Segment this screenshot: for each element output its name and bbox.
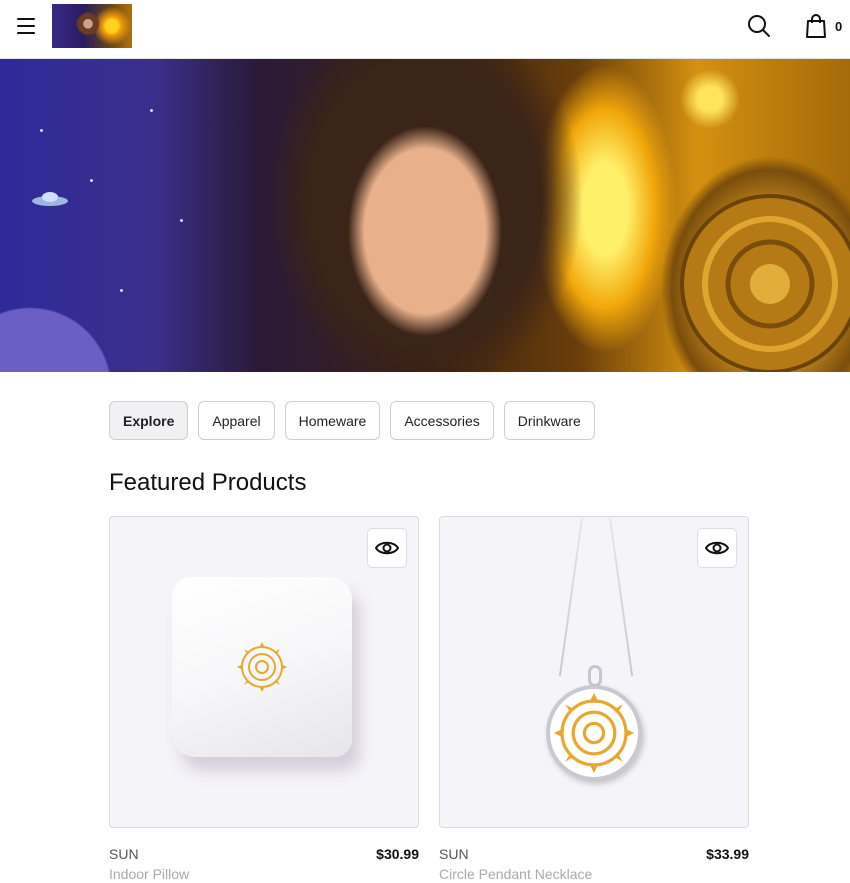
hamburger-menu-icon[interactable] (12, 12, 40, 40)
product-brand: SUN (439, 846, 469, 862)
necklace-chain (558, 517, 584, 677)
product-price: $30.99 (376, 846, 419, 862)
eye-icon (705, 541, 729, 555)
category-tabs: Explore Apparel Homeware Accessories Dri… (109, 401, 595, 440)
search-icon[interactable] (746, 13, 772, 39)
product-name[interactable]: Circle Pendant Necklace (439, 866, 592, 882)
eye-icon (375, 541, 399, 555)
tab-accessories[interactable]: Accessories (390, 401, 494, 440)
product-card[interactable]: SUN $30.99 Indoor Pillow (109, 516, 419, 882)
tab-apparel[interactable]: Apparel (198, 401, 275, 440)
tab-explore[interactable]: Explore (109, 401, 189, 440)
quick-view-button[interactable] (367, 528, 407, 568)
product-image-necklace[interactable] (439, 516, 749, 828)
tab-homeware[interactable]: Homeware (284, 401, 381, 440)
aztec-calendar-icon (680, 194, 850, 372)
sun-print-icon (554, 693, 634, 773)
sun-print-icon (237, 642, 287, 692)
shopping-bag-icon[interactable] (804, 13, 828, 39)
product-image-pillow[interactable] (109, 516, 419, 828)
necklace-chain (608, 517, 634, 677)
product-price: $33.99 (706, 846, 749, 862)
store-logo[interactable] (52, 4, 132, 48)
necklace-pendant (546, 685, 642, 781)
pillow-image (172, 577, 352, 757)
ufo-icon (32, 192, 68, 206)
product-brand: SUN (109, 846, 139, 862)
site-header: 0 (0, 0, 850, 59)
pendant-bail (588, 665, 602, 687)
product-card[interactable]: SUN $33.99 Circle Pendant Necklace (439, 516, 749, 882)
hero-banner (0, 59, 850, 372)
cart-count-badge: 0 (835, 19, 843, 34)
section-title: Featured Products (109, 469, 307, 496)
tab-drinkware[interactable]: Drinkware (503, 401, 595, 440)
quick-view-button[interactable] (697, 528, 737, 568)
product-name[interactable]: Indoor Pillow (109, 866, 189, 882)
